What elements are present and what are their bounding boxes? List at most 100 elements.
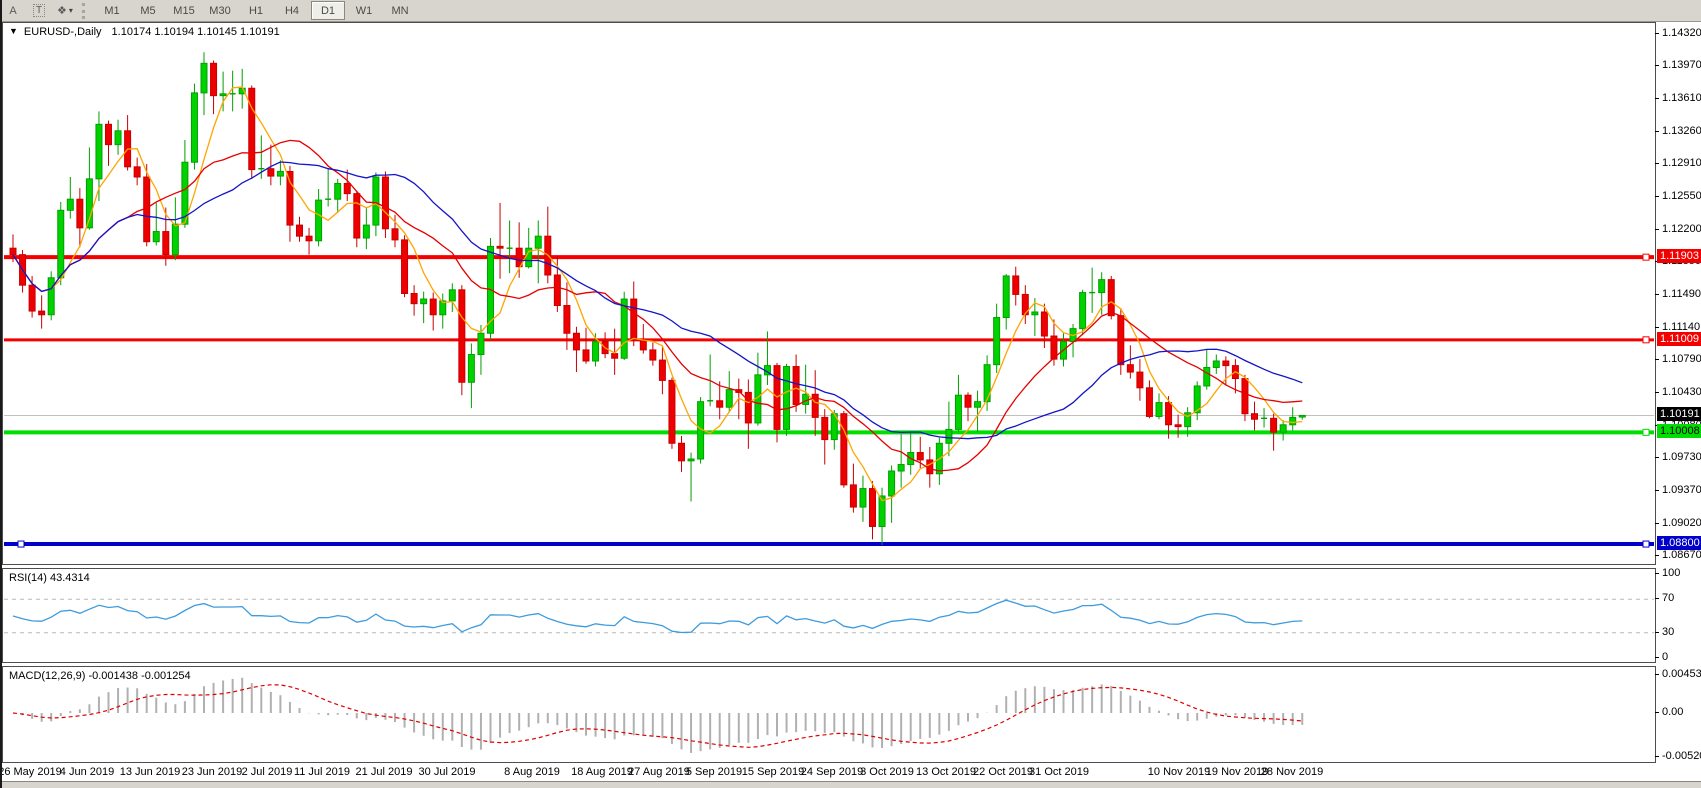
candle-body	[583, 350, 589, 361]
rsi-line-chart[interactable]	[3, 569, 1655, 662]
candle-body	[917, 453, 923, 460]
level-line-handle[interactable]	[1643, 337, 1649, 343]
axis-tick	[1655, 163, 1659, 164]
rsi-indicator-panel[interactable]: RSI(14) 43.4314	[2, 568, 1656, 663]
text-label-tool[interactable]: T	[28, 2, 50, 19]
rsi-axis-label: 70	[1662, 592, 1674, 604]
candle-body	[554, 275, 560, 306]
level-line-handle[interactable]	[1643, 541, 1649, 547]
price-axis-label: 1.13610	[1662, 92, 1701, 104]
candle-body	[1013, 276, 1019, 294]
candle-body	[363, 225, 369, 238]
axis-tick	[1655, 327, 1659, 328]
rsi-axis-label: 100	[1662, 567, 1680, 579]
chart-dropdown-icon[interactable]: ▼	[9, 26, 18, 38]
candle-body	[1003, 276, 1009, 318]
date-axis-label: 8 Aug 2019	[504, 766, 560, 778]
candle-body	[640, 340, 646, 350]
date-axis-label: 5 Sep 2019	[686, 766, 742, 778]
price-axis-label: 1.08670	[1662, 549, 1701, 561]
window-left-border	[0, 0, 2, 788]
candle-body	[1166, 403, 1172, 425]
macd-indicator-panel[interactable]: MACD(12,26,9) -0.001438 -0.001254	[2, 666, 1656, 763]
rsi-axis-label: 0	[1662, 651, 1668, 663]
axis-tick	[1655, 98, 1659, 99]
macd-axis-label: 0.004536	[1662, 668, 1701, 680]
rsi-line	[13, 600, 1302, 632]
date-axis-label: 30 Jul 2019	[419, 766, 476, 778]
candlestick-chart[interactable]	[3, 23, 1655, 564]
candle-body	[535, 236, 541, 248]
timeframe-button-m1[interactable]: M1	[95, 1, 129, 20]
candle-body	[564, 306, 570, 334]
candle-body	[459, 290, 465, 382]
main-chart-panel[interactable]: ▼ EURUSD-,Daily 1.10174 1.10194 1.10145 …	[2, 22, 1656, 565]
candle-body	[1252, 414, 1258, 420]
candle-body	[249, 88, 255, 169]
candle-body	[297, 225, 303, 236]
price-axis-label: 1.10430	[1662, 386, 1701, 398]
candle-body	[955, 395, 961, 429]
candle-body	[29, 285, 35, 311]
candle-body	[172, 224, 178, 255]
candle-body	[354, 194, 360, 238]
dropdown-caret-icon[interactable]: ▾	[69, 6, 73, 15]
price-axis-label: 1.12910	[1662, 157, 1701, 169]
macd-histogram-chart[interactable]	[3, 667, 1655, 762]
timeframe-button-d1[interactable]: D1	[311, 1, 345, 20]
candle-body	[717, 401, 723, 407]
level-line-handle[interactable]	[18, 541, 24, 547]
price-axis-label: 1.09020	[1662, 517, 1701, 529]
candle-body	[1127, 365, 1133, 372]
timeframe-button-m15[interactable]: M15	[167, 1, 201, 20]
axis-tick	[1655, 573, 1659, 574]
date-axis-label: 3 Oct 2019	[860, 766, 914, 778]
axis-tick	[1655, 712, 1659, 713]
candle-body	[287, 171, 293, 225]
candle-body	[1175, 425, 1181, 427]
axis-tick	[1655, 523, 1659, 524]
candle-body	[373, 177, 379, 225]
macd-signal-line	[13, 685, 1302, 748]
price-axis-label: 1.12200	[1662, 223, 1701, 235]
candle-body	[612, 354, 618, 359]
candle-body	[965, 395, 971, 407]
candle-body	[1118, 316, 1124, 365]
candle-body	[468, 355, 474, 383]
axis-tick	[1655, 359, 1659, 360]
candle-body	[220, 94, 226, 96]
candle-body	[10, 248, 16, 254]
candle-body	[316, 200, 322, 241]
candle-body	[1223, 361, 1229, 366]
axis-tick	[1655, 632, 1659, 633]
axis-tick	[1655, 657, 1659, 658]
candle-body	[870, 489, 876, 527]
candle-body	[1156, 403, 1162, 417]
candle-body	[593, 342, 599, 361]
level-line-handle[interactable]	[1643, 429, 1649, 435]
arrows-tool[interactable]: ❖▾	[54, 2, 76, 19]
date-axis-label: 13 Oct 2019	[916, 766, 976, 778]
candle-body	[449, 290, 455, 301]
timeframe-button-m5[interactable]: M5	[131, 1, 165, 20]
timeframe-button-w1[interactable]: W1	[347, 1, 381, 20]
candle-body	[745, 392, 751, 423]
axis-tick	[1655, 196, 1659, 197]
timeframe-button-m30[interactable]: M30	[203, 1, 237, 20]
date-axis-label: 18 Aug 2019	[571, 766, 633, 778]
time-axis[interactable]: 26 May 20194 Jun 201913 Jun 201923 Jun 2…	[2, 763, 1654, 781]
timeframe-button-mn[interactable]: MN	[383, 1, 417, 20]
axis-tick	[1655, 674, 1659, 675]
date-axis-label: 13 Jun 2019	[120, 766, 181, 778]
axis-tick	[1655, 555, 1659, 556]
timeframe-button-h4[interactable]: H4	[275, 1, 309, 20]
text-label-icon: T	[33, 4, 45, 17]
rsi-label: RSI(14) 43.4314	[9, 572, 90, 584]
level-line-handle[interactable]	[1643, 254, 1649, 260]
timeframe-button-h1[interactable]: H1	[239, 1, 273, 20]
axis-tick	[1655, 457, 1659, 458]
cursor-a-tool[interactable]: A	[2, 2, 24, 19]
candle-body	[679, 443, 685, 461]
bottom-window-strip	[0, 781, 1701, 788]
candle-body	[1108, 280, 1114, 316]
